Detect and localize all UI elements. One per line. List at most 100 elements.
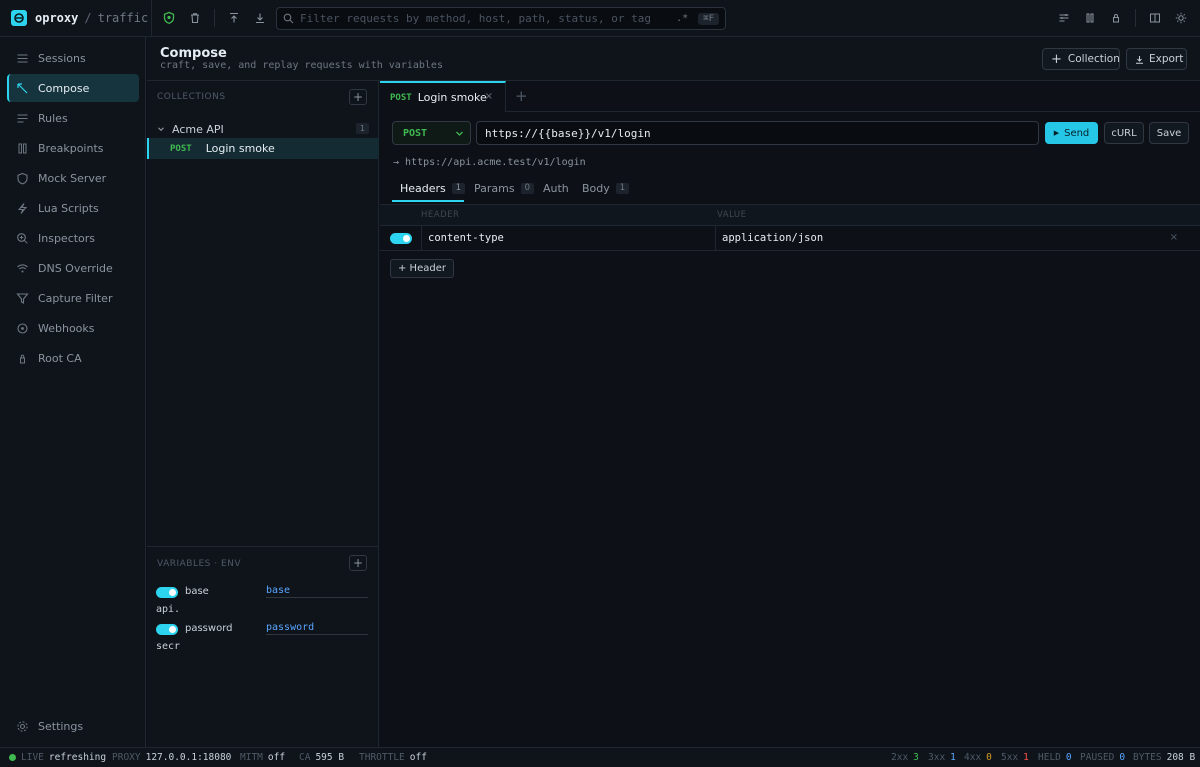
search-input[interactable] <box>300 12 677 25</box>
live-status: LIVE refreshing <box>9 752 106 763</box>
compose-header: Compose craft, save, and replay requests… <box>147 37 1200 81</box>
close-icon[interactable]: × <box>485 91 493 102</box>
count-bytes: BYTES 208 B <box>1133 752 1195 763</box>
collections-heading: COLLECTIONS <box>157 92 226 102</box>
sliders-icon[interactable] <box>1051 5 1077 31</box>
header-enabled-toggle[interactable] <box>390 233 412 244</box>
sidebar-item-webhooks[interactable]: Webhooks <box>7 314 139 342</box>
new-collection-label: Collection <box>1067 53 1120 65</box>
new-collection-button[interactable]: + Collection <box>1042 48 1120 70</box>
shield-icon <box>15 171 29 185</box>
tab-headers-badge: 1 <box>451 183 466 194</box>
sidebar-item-settings[interactable]: Settings <box>7 712 139 740</box>
resolved-url: → https://api.acme.test/v1/login <box>393 157 586 168</box>
method-select[interactable]: POST <box>392 121 471 145</box>
collection-name: Acme API <box>172 122 224 136</box>
sidebar-item-breakpoints[interactable]: Breakpoints <box>7 134 139 162</box>
count-label: 3xx <box>928 752 946 763</box>
sidebar-item-dns-override[interactable]: DNS Override <box>7 254 139 282</box>
variable-toggle[interactable] <box>156 587 178 598</box>
curl-button[interactable]: cURL <box>1104 122 1144 144</box>
request-item[interactable]: POST Login smoke <box>147 138 379 159</box>
inspector-icon <box>15 231 29 245</box>
sidebar-item-inspectors[interactable]: Inspectors <box>7 224 139 252</box>
lua-icon <box>15 201 29 215</box>
toolbar-divider <box>1135 9 1136 27</box>
split-view-icon[interactable] <box>1142 5 1168 31</box>
rules-icon <box>15 111 29 125</box>
variable-key: base <box>185 586 209 597</box>
throttle-label: THROTTLE <box>359 752 405 763</box>
trash-icon[interactable] <box>182 5 208 31</box>
add-collection-button[interactable]: + <box>349 89 367 105</box>
record-icon[interactable] <box>156 5 182 31</box>
export-button[interactable]: Export <box>1126 48 1187 70</box>
column-header: VALUE <box>717 210 747 220</box>
count-value: 1 <box>1023 752 1029 763</box>
sidebar-item-lua-scripts[interactable]: Lua Scripts <box>7 194 139 222</box>
sidebar-item-label: Webhooks <box>38 321 95 335</box>
sidebar-item-compose[interactable]: Compose <box>7 74 139 102</box>
header-key-input[interactable]: content-type <box>421 226 716 250</box>
sidebar-item-label: Sessions <box>38 51 86 65</box>
page-subtitle: craft, save, and replay requests with va… <box>160 60 443 71</box>
tab-auth[interactable]: Auth <box>543 182 569 195</box>
table-row: content-type application/json × <box>380 226 1200 251</box>
save-button[interactable]: Save <box>1149 122 1189 144</box>
url-input[interactable]: https://{{base}}/v1/login <box>476 121 1039 145</box>
count-paused: PAUSED 0 <box>1080 752 1125 763</box>
sidebar: Sessions Compose Rules Breakpoints Mock … <box>0 37 146 747</box>
count-4xx: 4xx 0 <box>964 752 992 763</box>
variable-value-input[interactable]: base <box>266 585 368 598</box>
upload-icon[interactable] <box>221 5 247 31</box>
brand-section: traffic <box>97 11 149 25</box>
compose-icon <box>15 81 29 95</box>
send-button[interactable]: ▶ Send <box>1045 122 1098 144</box>
add-header-button[interactable]: + Header <box>390 259 454 278</box>
certificate-icon <box>15 351 29 365</box>
tab-params[interactable]: Params 0 <box>474 182 535 195</box>
tab-params-badge: 0 <box>520 183 535 194</box>
play-icon: ▶ <box>1053 129 1060 137</box>
theme-sun-icon[interactable] <box>1168 5 1194 31</box>
variables-heading: VARIABLES · ENV <box>157 559 242 569</box>
sidebar-item-capture-filter[interactable]: Capture Filter <box>7 284 139 312</box>
lock-icon[interactable] <box>1103 5 1129 31</box>
download-icon[interactable] <box>247 5 273 31</box>
header-value-input[interactable]: application/json <box>722 226 823 250</box>
pause-icon[interactable] <box>1077 5 1103 31</box>
breakpoints-icon <box>15 141 29 155</box>
new-tab-button[interactable]: + <box>515 87 528 105</box>
tab-body[interactable]: Body 1 <box>582 182 630 195</box>
add-variable-button[interactable]: + <box>349 555 367 571</box>
request-tab[interactable]: POST Login smoke × <box>380 81 506 112</box>
mitm-label: MITM <box>240 752 263 763</box>
regex-toggle[interactable]: .* <box>676 13 688 24</box>
sidebar-item-label: Rules <box>38 111 68 125</box>
close-icon[interactable]: × <box>1170 232 1178 243</box>
gear-icon <box>15 719 29 733</box>
live-indicator-icon <box>9 754 16 761</box>
proxy-value: 127.0.0.1:18080 <box>145 752 232 763</box>
request-name: Login smoke <box>205 142 275 155</box>
sidebar-item-label: DNS Override <box>38 261 113 275</box>
variable-value-input[interactable]: password <box>266 622 368 635</box>
search-bar: .* ⌘F <box>276 7 726 30</box>
sidebar-item-label: Breakpoints <box>38 141 104 155</box>
count-5xx: 5xx 1 <box>1001 752 1029 763</box>
top-bar: oproxy / traffic .* ⌘F <box>0 0 1200 37</box>
active-tab-indicator <box>392 200 464 202</box>
sidebar-item-root-ca[interactable]: Root CA <box>7 344 139 372</box>
app-name: oproxy <box>35 11 79 25</box>
variable-toggle[interactable] <box>156 624 178 635</box>
count-3xx: 3xx 1 <box>928 752 956 763</box>
count-value: 0 <box>1119 752 1126 763</box>
collection-row[interactable]: Acme API 1 <box>147 119 379 139</box>
webhook-icon <box>15 321 29 335</box>
tab-headers[interactable]: Headers 1 <box>400 182 466 195</box>
column-header: HEADER <box>421 210 460 220</box>
sidebar-item-sessions[interactable]: Sessions <box>7 44 139 72</box>
sidebar-item-mock-server[interactable]: Mock Server <box>7 164 139 192</box>
sidebar-item-rules[interactable]: Rules <box>7 104 139 132</box>
ca-status: CA 595 B <box>299 752 344 763</box>
